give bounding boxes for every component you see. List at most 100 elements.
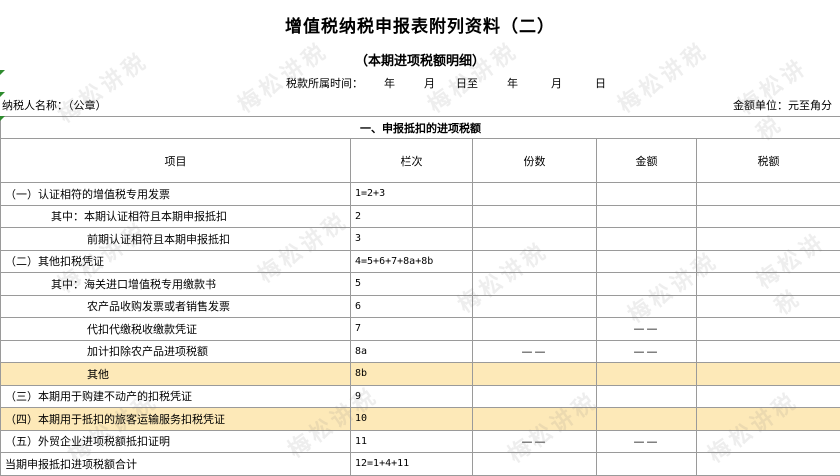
row-amount-cell[interactable]	[597, 453, 697, 476]
col-header-code: 栏次	[351, 139, 473, 183]
row-item-name: 当期申报抵扣进项税额合计	[1, 453, 351, 476]
cell-comment-marker	[0, 70, 5, 75]
amount-unit-label: 金额单位：元至角分	[733, 97, 832, 113]
row-count-cell: ——	[473, 430, 597, 453]
table-row: （三）本期用于购建不动产的扣税凭证 9	[1, 385, 840, 408]
row-code: 1=2+3	[351, 183, 473, 206]
col-header-tax: 税额	[697, 139, 840, 183]
period-day-to: 日至	[456, 75, 478, 91]
table-row: （一）认证相符的增值税专用发票 1=2+3	[1, 183, 840, 206]
row-item-name: 代扣代缴税收缴款凭证	[1, 318, 351, 341]
row-tax-cell[interactable]	[697, 340, 840, 363]
row-item-name: 其中：本期认证相符且本期申报抵扣	[1, 205, 351, 228]
row-code: 8a	[351, 340, 473, 363]
row-code: 2	[351, 205, 473, 228]
row-code: 6	[351, 295, 473, 318]
row-amount-cell[interactable]	[597, 385, 697, 408]
col-header-count: 份数	[473, 139, 597, 183]
column-header-row: 项目 栏次 份数 金额 税额	[1, 139, 840, 183]
row-tax-cell[interactable]	[697, 295, 840, 318]
row-count-cell[interactable]	[473, 205, 597, 228]
period-year-start: 年	[384, 75, 395, 91]
row-code: 4=5+6+7+8a+8b	[351, 250, 473, 273]
table-row: 其他 8b	[1, 363, 840, 386]
table-row: （五）外贸企业进项税额抵扣证明 11 —— ——	[1, 430, 840, 453]
row-tax-cell[interactable]	[697, 408, 840, 431]
row-tax-cell[interactable]	[697, 228, 840, 251]
period-label: 税款所属时间：	[286, 75, 363, 91]
row-tax-cell[interactable]	[697, 363, 840, 386]
row-code: 8b	[351, 363, 473, 386]
row-item-name: （五）外贸企业进项税额抵扣证明	[1, 430, 351, 453]
table-row: 农产品收购发票或者销售发票 6	[1, 295, 840, 318]
row-code: 7	[351, 318, 473, 341]
row-item-name: 前期认证相符且本期申报抵扣	[1, 228, 351, 251]
row-code: 12=1+4+11	[351, 453, 473, 476]
row-count-cell[interactable]	[473, 228, 597, 251]
table-row: 加计扣除农产品进项税额 8a —— ——	[1, 340, 840, 363]
form-subtitle: （本期进项税额明细）	[0, 50, 840, 69]
col-header-amount: 金额	[597, 139, 697, 183]
input-tax-table: 一、申报抵扣的进项税额 项目 栏次 份数 金额 税额 （一）认证相符的增值税专用…	[0, 116, 840, 476]
row-item-name: （一）认证相符的增值税专用发票	[1, 183, 351, 206]
row-item-name: 加计扣除农产品进项税额	[1, 340, 351, 363]
row-count-cell[interactable]	[473, 453, 597, 476]
taxpayer-name-label: 纳税人名称：（公章）	[2, 97, 107, 113]
period-month-end: 月	[551, 75, 562, 91]
row-tax-cell[interactable]	[697, 385, 840, 408]
tax-period: 税款所属时间： 年 月 日至 年 月 日	[286, 75, 606, 91]
col-header-item: 项目	[1, 139, 351, 183]
row-tax-cell[interactable]	[697, 183, 840, 206]
row-tax-cell[interactable]	[697, 430, 840, 453]
row-count-cell[interactable]	[473, 408, 597, 431]
row-item-name: （三）本期用于购建不动产的扣税凭证	[1, 385, 351, 408]
row-code: 9	[351, 385, 473, 408]
section-title: 一、申报抵扣的进项税额	[1, 117, 840, 139]
row-count-cell[interactable]	[473, 385, 597, 408]
row-code: 11	[351, 430, 473, 453]
cell-comment-marker	[0, 92, 5, 97]
row-tax-cell[interactable]	[697, 205, 840, 228]
row-count-cell[interactable]	[473, 318, 597, 341]
row-tax-cell[interactable]	[697, 453, 840, 476]
row-tax-cell[interactable]	[697, 273, 840, 296]
row-item-name: 农产品收购发票或者销售发票	[1, 295, 351, 318]
row-code: 10	[351, 408, 473, 431]
row-count-cell[interactable]	[473, 250, 597, 273]
row-amount-cell[interactable]	[597, 205, 697, 228]
row-amount-cell[interactable]	[597, 295, 697, 318]
row-amount-cell: ——	[597, 318, 697, 341]
row-tax-cell[interactable]	[697, 318, 840, 341]
cell-comment-marker	[0, 116, 5, 121]
row-item-name: （四）本期用于抵扣的旅客运输服务扣税凭证	[1, 408, 351, 431]
row-amount-cell[interactable]	[597, 273, 697, 296]
row-tax-cell[interactable]	[697, 250, 840, 273]
table-row: 代扣代缴税收缴款凭证 7 ——	[1, 318, 840, 341]
section-header-row: 一、申报抵扣的进项税额	[1, 117, 840, 139]
row-count-cell: ——	[473, 340, 597, 363]
period-month-start: 月	[424, 75, 435, 91]
row-count-cell[interactable]	[473, 363, 597, 386]
row-count-cell[interactable]	[473, 183, 597, 206]
row-code: 5	[351, 273, 473, 296]
row-item-name: 其中：海关进口增值税专用缴款书	[1, 273, 351, 296]
row-count-cell[interactable]	[473, 295, 597, 318]
row-amount-cell[interactable]	[597, 183, 697, 206]
table-row: （二）其他扣税凭证 4=5+6+7+8a+8b	[1, 250, 840, 273]
table-row: （四）本期用于抵扣的旅客运输服务扣税凭证 10	[1, 408, 840, 431]
row-count-cell[interactable]	[473, 273, 597, 296]
row-amount-cell[interactable]	[597, 363, 697, 386]
row-amount-cell[interactable]	[597, 408, 697, 431]
row-amount-cell[interactable]	[597, 228, 697, 251]
row-code: 3	[351, 228, 473, 251]
period-year-end: 年	[507, 75, 518, 91]
row-item-name: 其他	[1, 363, 351, 386]
table-row: 当期申报抵扣进项税额合计 12=1+4+11	[1, 453, 840, 476]
period-day-end: 日	[595, 75, 606, 91]
table-row: 前期认证相符且本期申报抵扣 3	[1, 228, 840, 251]
row-item-name: （二）其他扣税凭证	[1, 250, 351, 273]
table-row: 其中：本期认证相符且本期申报抵扣 2	[1, 205, 840, 228]
row-amount-cell: ——	[597, 430, 697, 453]
row-amount-cell[interactable]	[597, 250, 697, 273]
row-amount-cell: ——	[597, 340, 697, 363]
